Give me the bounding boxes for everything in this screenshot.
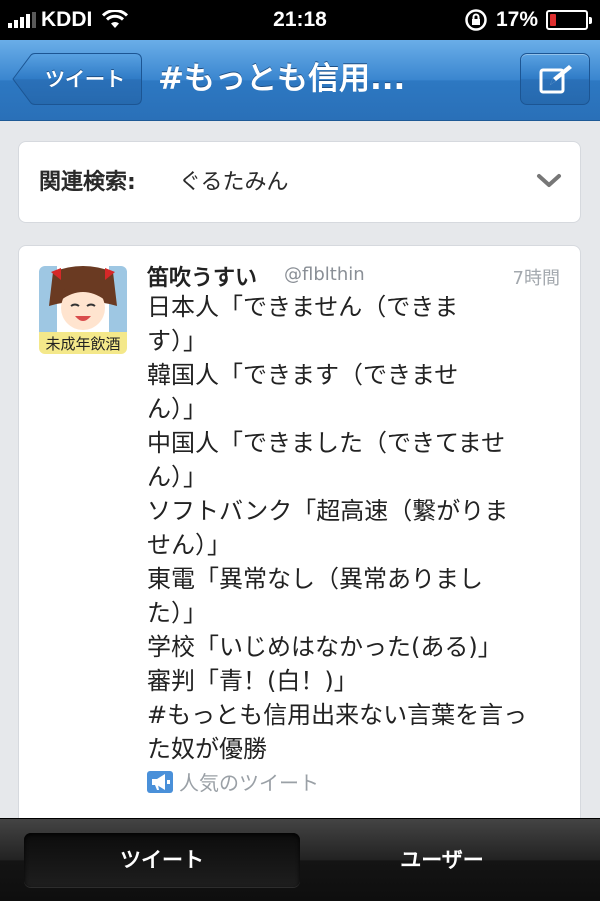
- tab-users[interactable]: ユーザー: [304, 833, 580, 887]
- tweet-line: 韓国人「できます（できませ: [147, 361, 459, 389]
- back-button[interactable]: ツイート: [12, 53, 142, 105]
- back-button-label: ツイート: [45, 67, 125, 91]
- tweet-line: ソフトバンク「超高速（繋がりま: [147, 497, 509, 525]
- tweet-author-name[interactable]: 笛吹うすい: [147, 260, 257, 292]
- tweet-line: ん）」: [147, 395, 207, 423]
- tweet-line: た奴が優勝: [147, 735, 267, 763]
- tweet-text: 日本人「できません（できま す）」 韓国人「できます（できませ ん）」 中国人「…: [147, 290, 567, 766]
- tweet-line: た）」: [147, 599, 207, 627]
- tweet-author-handle[interactable]: @flblthin: [284, 264, 365, 285]
- tweet-line: 日本人「できません（できま: [147, 293, 459, 321]
- popular-tweet-badge: 人気のツイート: [147, 767, 319, 796]
- tweet-line: 東電「異常なし（異常ありまし: [147, 565, 483, 593]
- battery-level: [550, 14, 556, 26]
- tab-tweets[interactable]: ツイート: [24, 833, 300, 887]
- status-bar: KDDI 21:18 17%: [0, 0, 600, 40]
- related-search-bar[interactable]: 関連検索: ぐるたみん: [18, 141, 581, 223]
- megaphone-icon: [147, 770, 173, 793]
- related-search-value[interactable]: ぐるたみん: [179, 142, 289, 224]
- battery-icon: [546, 10, 592, 30]
- rotation-lock-icon: [465, 9, 487, 31]
- status-right: 17%: [464, 8, 592, 32]
- tab-bar: ツイート ユーザー: [0, 818, 600, 901]
- popular-tweet-label: 人気のツイート: [179, 771, 319, 795]
- tweet-line: 学校「いじめはなかった(ある)」: [147, 633, 502, 661]
- chevron-down-icon[interactable]: [536, 172, 562, 190]
- page-title: #もっとも信用...: [158, 61, 406, 97]
- tweet-timestamp: 7時間: [512, 268, 560, 289]
- avatar[interactable]: 未成年飲酒: [39, 266, 127, 354]
- battery-percent: 17%: [495, 8, 538, 31]
- compose-button[interactable]: [520, 53, 590, 105]
- tweet-line: ん）」: [147, 463, 207, 491]
- tweet-line: 中国人「できました（できてませ: [147, 429, 506, 457]
- tweet-line: せん）」: [147, 531, 231, 559]
- tweet-line: #もっとも信用出来ない言葉を言っ: [147, 701, 528, 729]
- tweet-line: 審判「青！(白！)」: [147, 667, 358, 695]
- tweet-line: す）」: [147, 327, 207, 355]
- avatar-image: 未成年飲酒: [39, 266, 127, 354]
- tweet-card[interactable]: 未成年飲酒 笛吹うすい @flblthin 7時間 日本人「できません（できま …: [18, 245, 581, 845]
- avatar-caption: 未成年飲酒: [45, 335, 120, 353]
- related-search-label: 関連検索:: [39, 170, 136, 195]
- navigation-bar: ツイート #もっとも信用...: [0, 40, 600, 121]
- compose-icon: [539, 65, 572, 94]
